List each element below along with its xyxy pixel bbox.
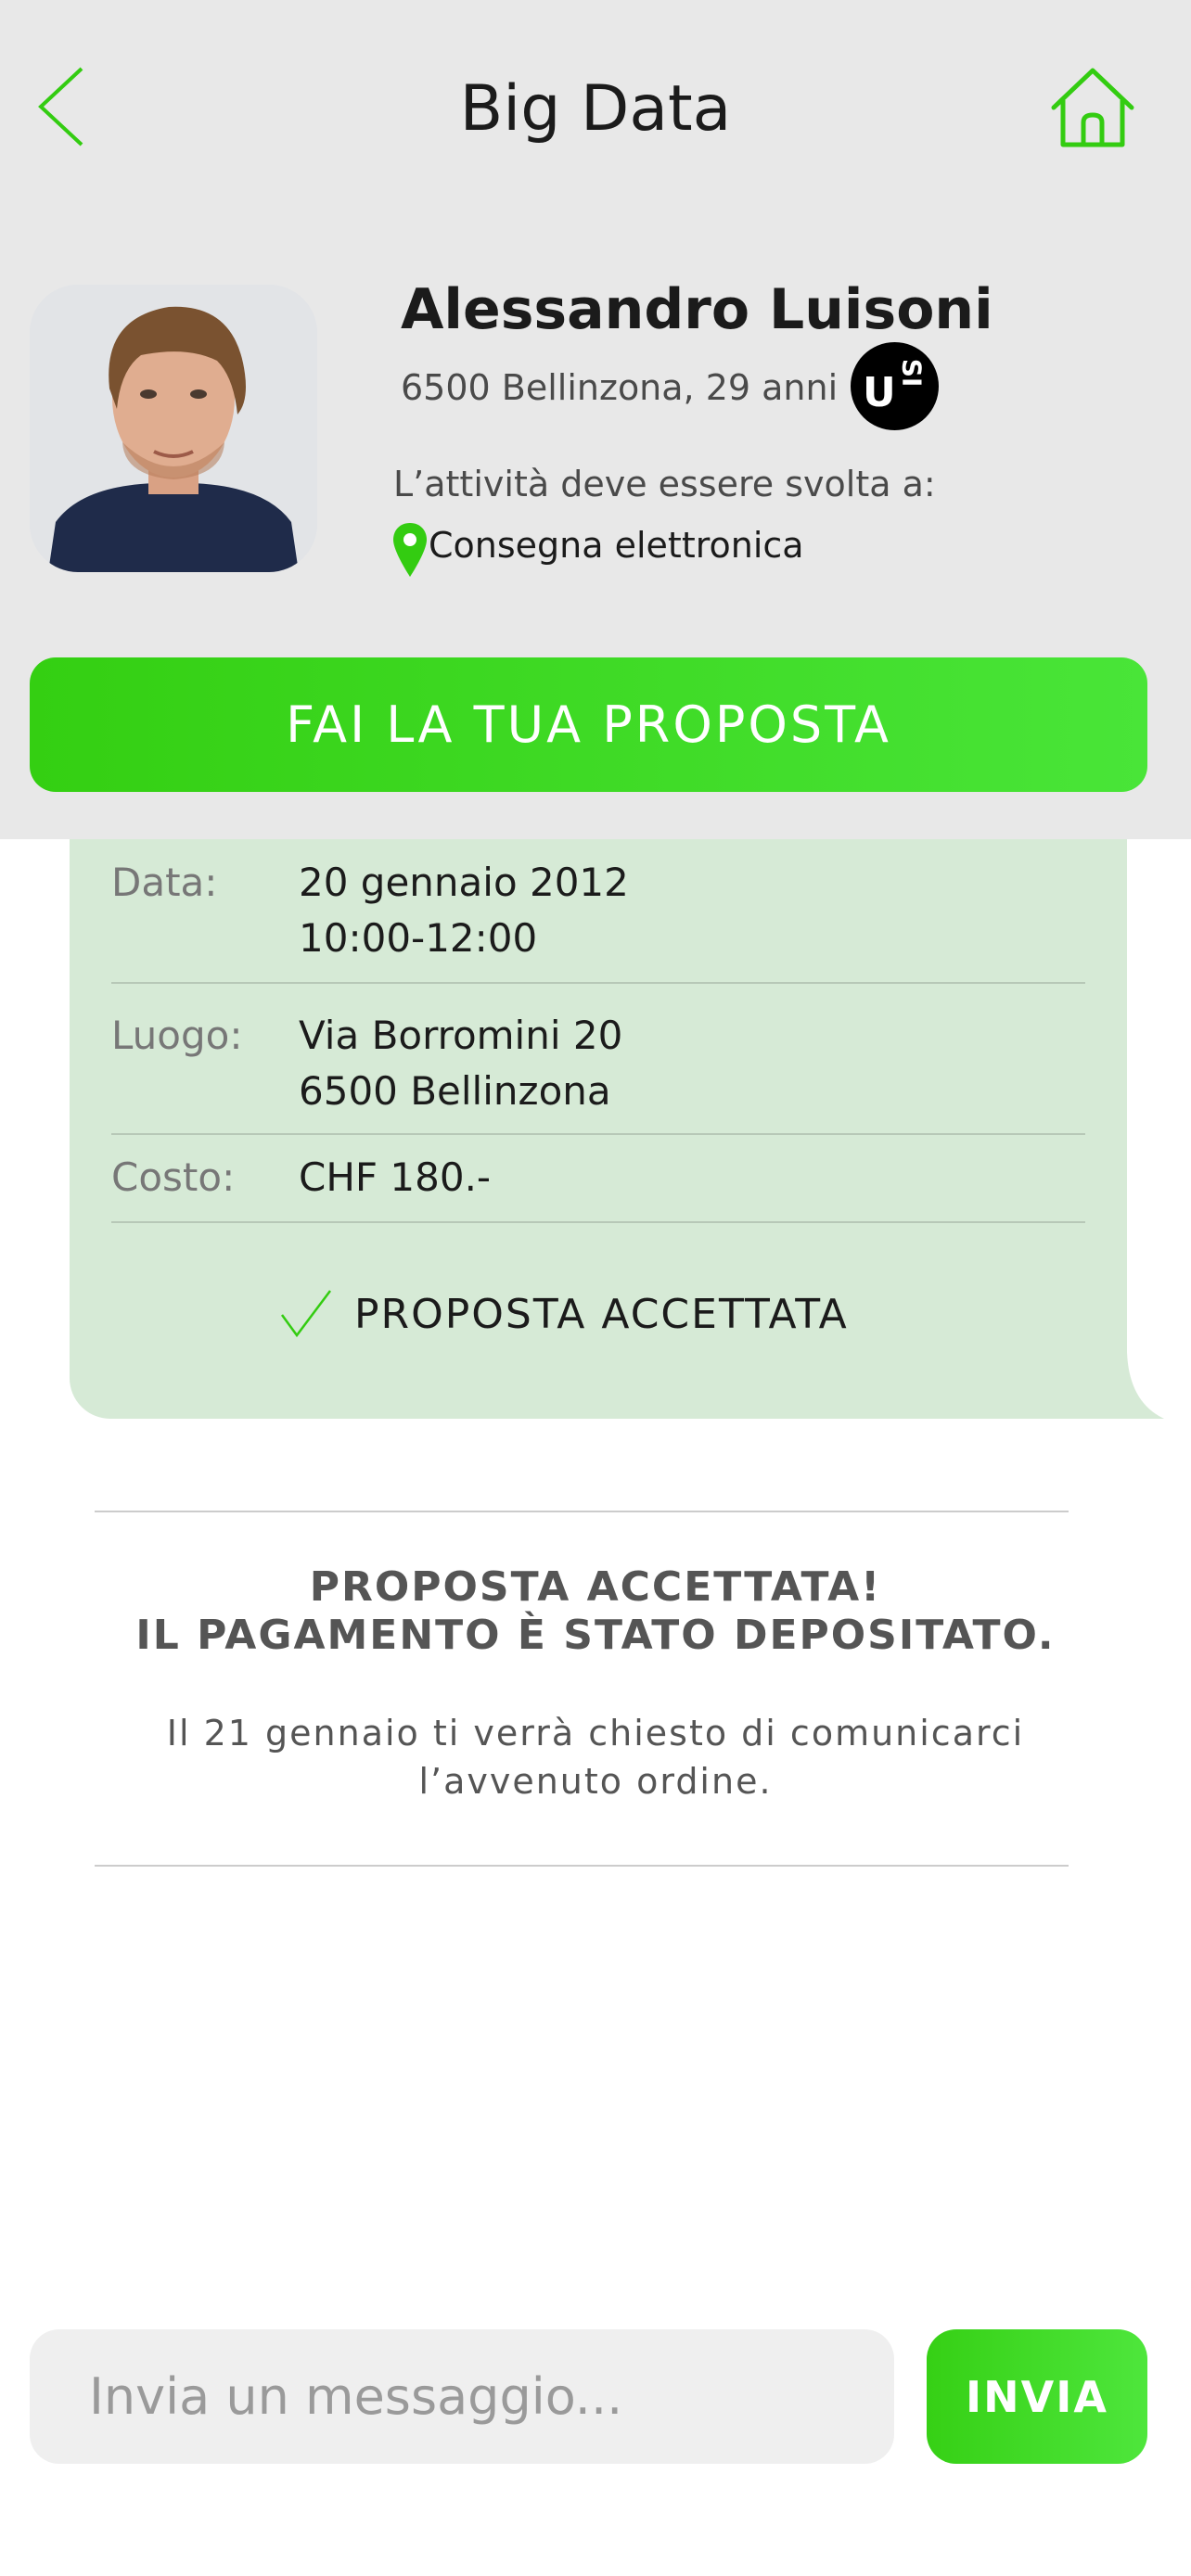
avatar-photo: [30, 285, 317, 572]
home-button[interactable]: [1048, 65, 1137, 150]
notice-body-line2: l’avvenuto ordine.: [418, 1761, 773, 1802]
proposal-cost-row: Costo: CHF 180.-: [111, 1150, 1085, 1205]
user-name: Alessandro Luisoni: [401, 277, 993, 342]
proposal-status: PROPOSTA ACCETTATA: [354, 1291, 849, 1338]
activity-label: L’attività deve essere svolta a:: [393, 464, 936, 504]
notice-title-line1: PROPOSTA ACCETTATA!: [309, 1563, 882, 1611]
divider-top: [95, 1511, 1069, 1512]
delivery-method: Consegna elettronica: [429, 525, 804, 566]
notice-body-line1: Il 21 gennaio ti verrà chiesto di comuni…: [166, 1713, 1025, 1753]
check-icon: [280, 1290, 331, 1338]
cost-value: CHF 180.-: [299, 1154, 492, 1200]
page-title: Big Data: [459, 72, 732, 146]
university-logo: U SI: [851, 342, 939, 430]
card-tail: [1108, 1352, 1164, 1419]
date-value: 20 gennaio 2012: [299, 860, 629, 905]
university-logo-si: SI: [896, 358, 928, 388]
date-label: Data:: [111, 860, 218, 905]
send-button[interactable]: INVIA: [927, 2329, 1147, 2464]
message-input[interactable]: [30, 2329, 894, 2464]
proposal-card: Data: 20 gennaio 2012 10:00-12:00 Luogo:…: [70, 797, 1127, 1419]
place-label: Luogo:: [111, 1013, 243, 1058]
university-logo-u: U: [863, 369, 896, 416]
make-proposal-button[interactable]: FAI LA TUA PROPOSTA: [30, 657, 1147, 792]
home-icon: [1051, 68, 1134, 147]
cost-label: Costo:: [111, 1154, 236, 1200]
notice-title-line2: IL PAGAMENTO È STATO DEPOSITATO.: [135, 1612, 1056, 1659]
notice-title: PROPOSTA ACCETTATA! IL PAGAMENTO È STATO…: [0, 1563, 1191, 1660]
divider: [111, 1133, 1085, 1135]
proposal-date-row: Data: 20 gennaio 2012 10:00-12:00: [111, 855, 1085, 966]
map-pin-icon: [393, 523, 427, 577]
place-line1: Via Borromini 20: [299, 1013, 623, 1058]
header: Big Data Alessandro Luisoni 6500 Bellinz…: [0, 0, 1191, 839]
avatar: [30, 285, 317, 572]
notice-body: Il 21 gennaio ti verrà chiesto di comuni…: [0, 1709, 1191, 1805]
proposal-place-row: Luogo: Via Borromini 20 6500 Bellinzona: [111, 1008, 1085, 1119]
divider-bottom: [95, 1865, 1069, 1867]
user-location-age: 6500 Bellinzona, 29 anni: [401, 367, 839, 408]
time-value: 10:00-12:00: [299, 915, 538, 961]
divider: [111, 982, 1085, 984]
place-line2: 6500 Bellinzona: [299, 1068, 611, 1114]
divider: [111, 1221, 1085, 1223]
